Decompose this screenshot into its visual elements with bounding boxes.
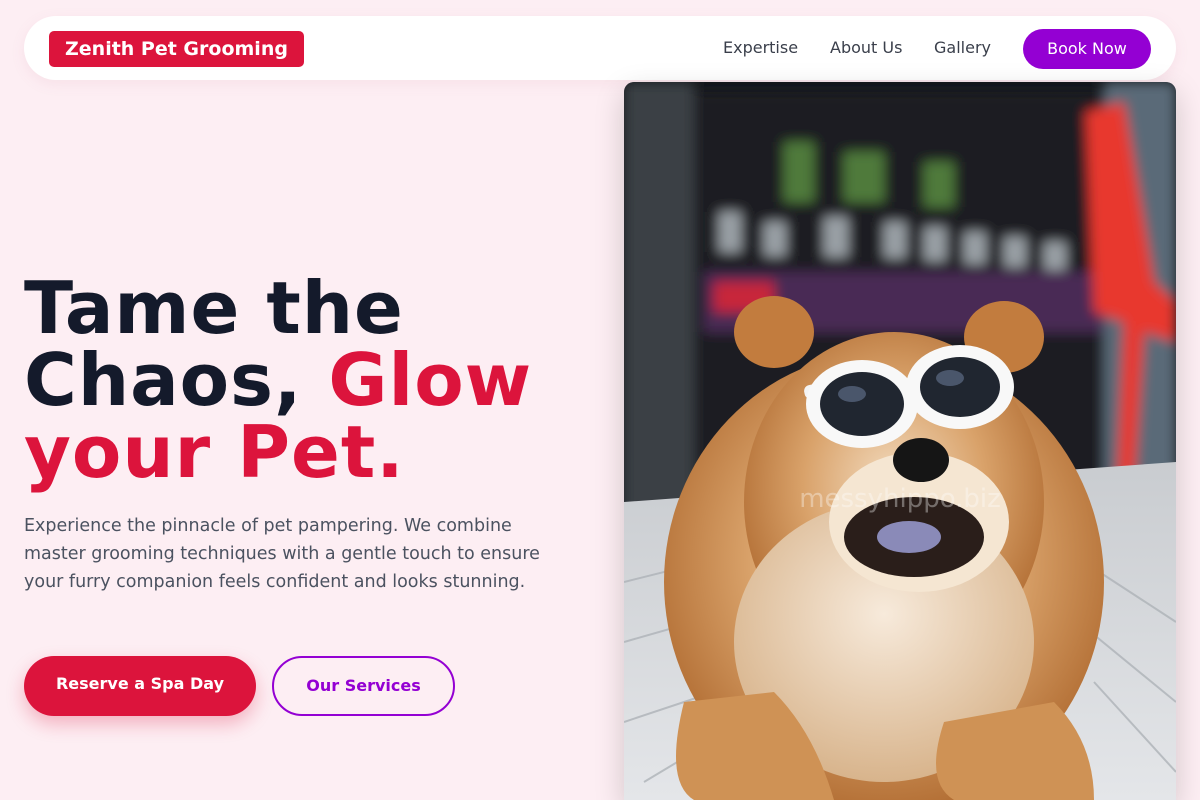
nav-link-about-us[interactable]: About Us — [830, 38, 902, 58]
dog-illustration: messyhippo.biz — [624, 82, 1176, 800]
reserve-spa-day-button[interactable]: Reserve a Spa Day — [24, 656, 256, 716]
hero-headline: Tame the Chaos, Glow your Pet. — [24, 272, 604, 488]
book-now-button[interactable]: Book Now — [1023, 29, 1151, 69]
headline-line-3: your Pet. — [24, 410, 405, 494]
nav-link-expertise[interactable]: Expertise — [723, 38, 798, 58]
brand-logo[interactable]: Zenith Pet Grooming — [49, 31, 304, 67]
hero-dog-photo: messyhippo.biz — [624, 82, 1176, 800]
top-navigation: Zenith Pet Grooming Expertise About Us G… — [24, 16, 1176, 80]
nav-link-gallery[interactable]: Gallery — [934, 38, 991, 58]
our-services-button[interactable]: Our Services — [272, 656, 455, 716]
image-watermark: messyhippo.biz — [799, 484, 1001, 514]
hero-description: Experience the pinnacle of pet pampering… — [24, 516, 540, 592]
